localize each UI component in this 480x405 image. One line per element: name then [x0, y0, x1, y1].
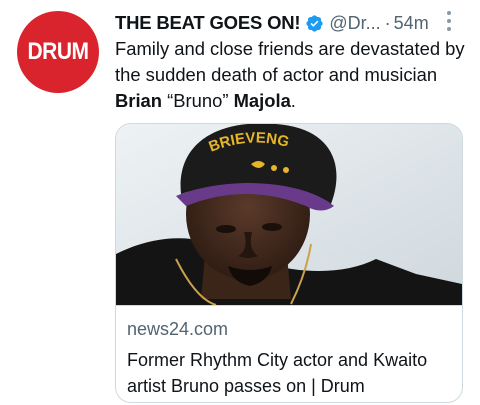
- tweet-header: THE BEAT GOES ON! @Dr... · 54m: [115, 10, 470, 36]
- display-name[interactable]: THE BEAT GOES ON!: [115, 12, 301, 34]
- avatar[interactable]: DRUM: [17, 11, 99, 93]
- card-divider: [116, 305, 462, 306]
- tweet-text-bold: Majola: [233, 90, 291, 111]
- tweet-text-part: Family and close friends are devastated …: [115, 38, 465, 85]
- timestamp[interactable]: 54m: [394, 13, 429, 34]
- separator-dot: ·: [384, 12, 391, 33]
- verified-badge-icon: [305, 14, 324, 33]
- more-dot: [447, 19, 451, 23]
- card-title[interactable]: Former Rhythm City actor and Kwaito arti…: [127, 347, 457, 399]
- user-handle[interactable]: @Dr...: [329, 13, 380, 34]
- more-vertical-icon[interactable]: [439, 8, 459, 34]
- more-dot: [447, 11, 451, 15]
- more-dot: [447, 27, 451, 31]
- portrait-illustration: BRIEVENG: [116, 124, 462, 305]
- drum-logo: DRUM: [27, 38, 90, 65]
- link-card[interactable]: BRIEVENG news24.com Former Rhythm City a: [115, 123, 463, 403]
- card-domain: news24.com: [127, 319, 229, 339]
- tweet[interactable]: DRUM THE BEAT GOES ON! @Dr... · 54m Fami…: [0, 0, 480, 405]
- card-image: BRIEVENG: [116, 124, 462, 305]
- tweet-text-part: .: [290, 90, 296, 111]
- tweet-text: Family and close friends are devastated …: [115, 36, 465, 114]
- tweet-text-bold: Brian: [115, 90, 163, 111]
- tweet-text-part: “Bruno”: [162, 90, 234, 111]
